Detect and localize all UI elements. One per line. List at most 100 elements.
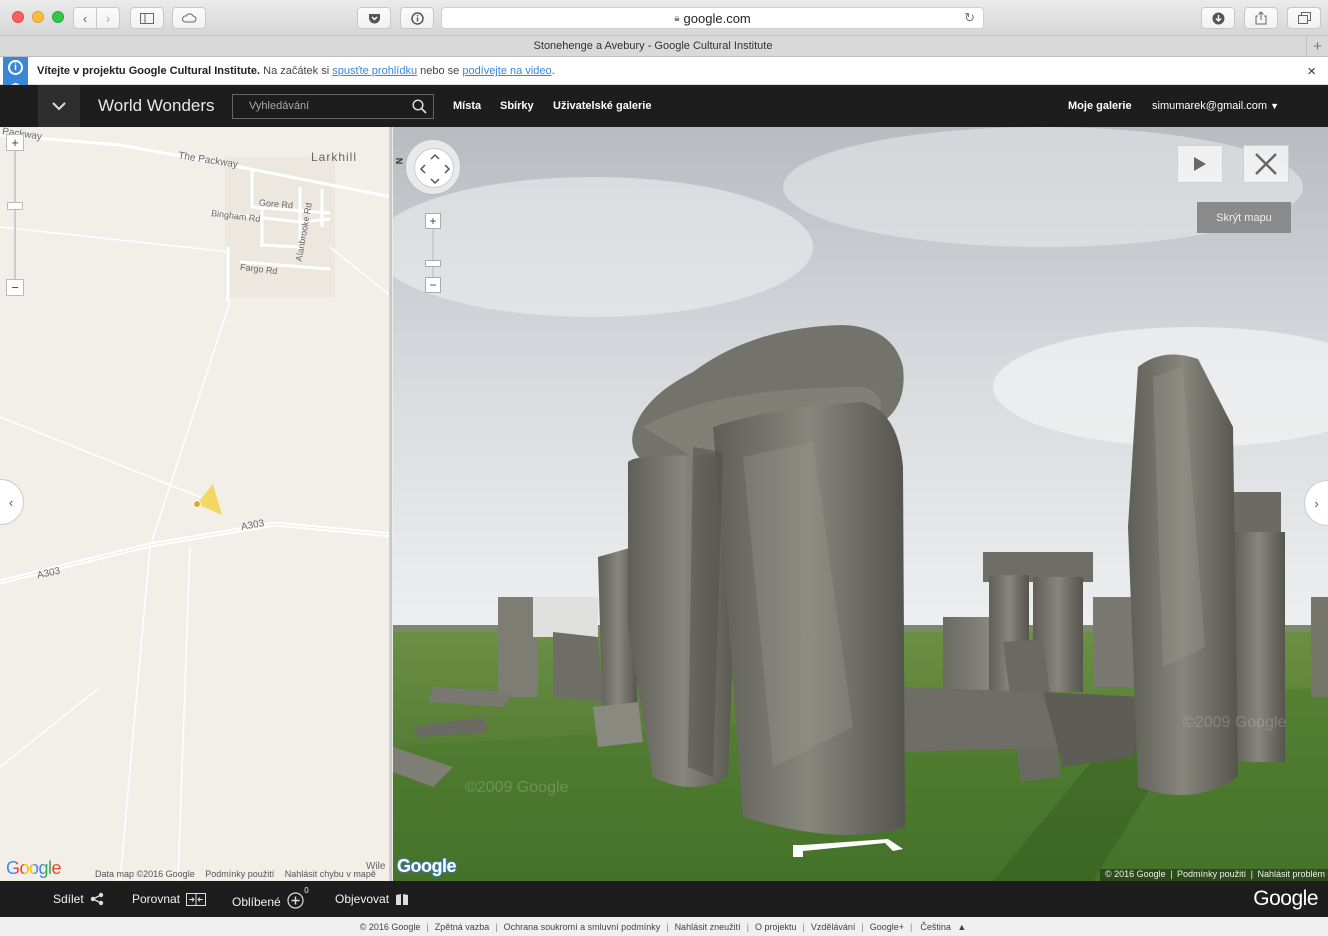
zoom-window-button[interactable] (52, 11, 64, 23)
tabs-icon (1297, 12, 1311, 24)
welcome-banner: i Vítejte v projektu Google Cultural Ins… (0, 57, 1328, 89)
google-footer-logo: Google (1253, 887, 1318, 910)
nav-user-galleries[interactable]: Uživatelské galerie (553, 100, 651, 112)
map-report-link[interactable]: Nahlásit chybu v mapě (285, 869, 376, 879)
play-tour-button[interactable] (1177, 145, 1223, 183)
sv-zoom-in-button[interactable]: + (425, 213, 441, 229)
back-button[interactable]: ‹ (73, 7, 97, 29)
footer-report-abuse-link[interactable]: Nahlásit zneužití (675, 922, 741, 932)
favorites-action[interactable]: Oblíbené 0 (232, 886, 309, 912)
share-button[interactable] (1244, 7, 1278, 29)
chevron-left-icon: ‹ (82, 10, 88, 26)
tab-overview-button[interactable] (1287, 7, 1321, 29)
downloads-button[interactable] (1201, 7, 1235, 29)
chevron-right-icon: › (1314, 495, 1319, 511)
tab-active[interactable]: Stonehenge a Avebury - Google Cultural I… (0, 40, 1306, 52)
footer-about-link[interactable]: O projektu (755, 922, 797, 932)
close-window-button[interactable] (12, 11, 24, 23)
search-input[interactable] (249, 100, 409, 112)
discover-action[interactable]: Objevovat (335, 892, 409, 906)
sidebar-button[interactable] (130, 7, 164, 29)
sv-zoom-handle[interactable] (425, 260, 441, 267)
sv-report-link[interactable]: Nahlásit problém (1257, 869, 1325, 879)
watch-video-link[interactable]: podívejte na video (462, 65, 551, 77)
sv-watermark-2: ©2009 Google (1183, 714, 1287, 731)
start-tour-link[interactable]: spusťte prohlídku (332, 65, 417, 77)
language-label: Čeština (920, 921, 951, 932)
map-terms-link[interactable]: Podmínky použití (205, 869, 274, 879)
nav-collections[interactable]: Sbírky (500, 100, 534, 112)
brand-title[interactable]: World Wonders (98, 96, 215, 116)
sv-zoom-out-button[interactable]: − (425, 277, 441, 293)
map-panel[interactable]: Packway The Packway Larkhill Gore Rd Bin… (0, 127, 392, 881)
browser-toolbar: ‹ › 🔒︎ google.com ↻ (0, 0, 1328, 36)
new-tab-button[interactable]: + (1306, 36, 1328, 57)
plus-icon: + (1313, 38, 1322, 55)
banner-text-3: . (551, 65, 555, 77)
google-logo-text: Google (6, 858, 62, 878)
footer-education-link[interactable]: Vzdělávání (811, 922, 856, 932)
footer-googleplus-link[interactable]: Google+ (870, 922, 904, 932)
info-button[interactable] (400, 7, 434, 29)
pocket-icon (368, 13, 380, 23)
google-logo-text: Google (397, 856, 457, 876)
street-view-panel[interactable]: ©2009 Google ©2009 Google N + − Skrýt ma… (393, 127, 1328, 881)
chevron-down-icon (52, 101, 66, 110)
user-email: simumarek@gmail.com (1152, 100, 1268, 112)
caret-up-icon: ▲ (957, 921, 967, 932)
map-zoom-in-button[interactable]: + (6, 134, 24, 151)
sv-watermark-1: ©2009 Google (465, 779, 569, 796)
north-indicator: N (394, 157, 405, 165)
reload-icon[interactable]: ↻ (964, 10, 975, 26)
search-box[interactable] (232, 94, 434, 119)
sv-attribution: © 2016 Google | Podmínky použití | Nahlá… (1099, 869, 1328, 881)
map-zoom-handle[interactable] (7, 202, 23, 210)
pan-arrows-icon (419, 153, 451, 185)
plus-icon: + (429, 214, 437, 228)
map-zoom-out-button[interactable]: − (6, 279, 24, 296)
icloud-tabs-button[interactable] (172, 7, 206, 29)
forward-button[interactable]: › (96, 7, 120, 29)
pan-inner[interactable] (414, 148, 454, 188)
banner-text: Vítejte v projektu Google Cultural Insti… (37, 65, 555, 77)
share-icon (1255, 11, 1267, 25)
footer-privacy-link[interactable]: Ochrana soukromí a smluvní podmínky (504, 922, 661, 932)
info-circle-icon (410, 11, 424, 25)
close-banner-icon[interactable]: × (1307, 63, 1316, 80)
address-bar[interactable]: 🔒︎ google.com ↻ (441, 7, 984, 29)
sv-copyright: © 2016 Google (1104, 869, 1166, 879)
nav-places[interactable]: Místa (453, 100, 481, 112)
banner-bold-text: Vítejte v projektu Google Cultural Insti… (37, 65, 261, 77)
search-icon[interactable] (412, 99, 427, 114)
close-icon (1255, 153, 1277, 175)
compare-action[interactable]: Porovnat (132, 892, 207, 906)
chevron-left-icon: ‹ (8, 494, 14, 510)
pan-control[interactable]: N (394, 139, 461, 195)
map-roads (0, 127, 390, 881)
google-sv-logo: Google (397, 856, 457, 877)
my-galleries-link[interactable]: Moje galerie (1068, 100, 1132, 112)
chevron-right-icon: › (105, 10, 111, 26)
footer-feedback-link[interactable]: Zpětná vazba (435, 922, 490, 932)
share-action[interactable]: Sdílet (53, 892, 104, 906)
user-account-menu[interactable]: simumarek@gmail.com ▼ (1152, 100, 1279, 112)
stonehenge-scene: ©2009 Google ©2009 Google (393, 127, 1328, 881)
pocket-button[interactable] (357, 7, 391, 29)
sv-terms-link[interactable]: Podmínky použití (1177, 869, 1246, 879)
plus-icon: + (11, 135, 19, 150)
app-header: World Wonders Místa Sbírky Uživatelské g… (0, 85, 1328, 127)
menu-button[interactable] (38, 85, 80, 127)
footer-copyright: © 2016 Google (359, 921, 421, 932)
footer-language-select[interactable]: Čeština ▲ (918, 922, 968, 932)
minimize-window-button[interactable] (32, 11, 44, 23)
add-favorite-icon: 0 (287, 886, 309, 912)
compare-icon (186, 892, 207, 906)
sidebar-icon (140, 12, 154, 24)
url-text: google.com (683, 10, 751, 26)
play-icon (1194, 157, 1206, 171)
banner-text-1: Na začátek si (260, 65, 333, 77)
close-street-view-button[interactable] (1243, 145, 1289, 183)
cloud-icon (181, 13, 197, 23)
map-zoom-track[interactable] (14, 149, 16, 285)
hide-map-button[interactable]: Skrýt mapu (1197, 202, 1291, 233)
